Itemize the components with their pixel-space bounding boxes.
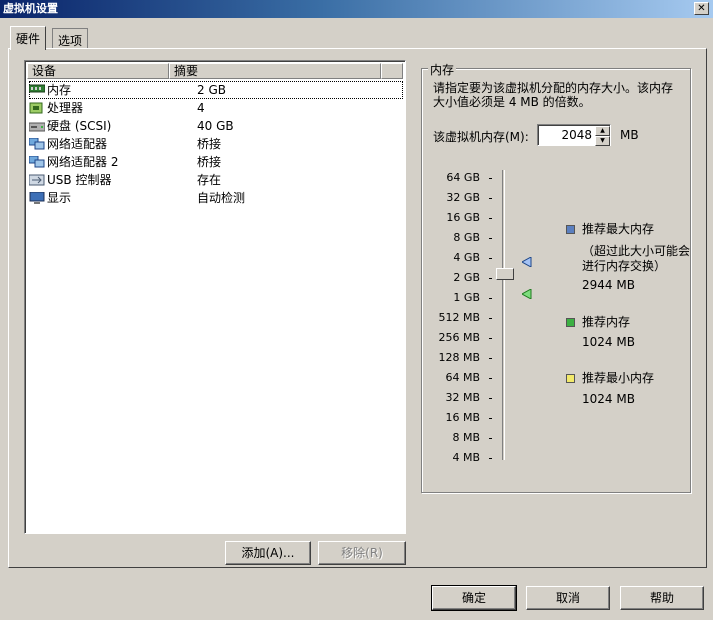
column-header-summary[interactable]: 摘要 xyxy=(169,63,381,79)
network-adapter-icon xyxy=(29,138,45,150)
help-button[interactable]: 帮助 xyxy=(620,586,704,610)
recommended-max-value: 2944 MB xyxy=(582,278,635,292)
scale-label: 16 MB xyxy=(445,411,480,424)
device-summary: 自动检测 xyxy=(197,191,246,205)
scale-label: 4 MB xyxy=(452,451,480,464)
memory-icon xyxy=(29,84,45,96)
scale-label: 8 MB xyxy=(452,431,480,444)
device-name: 内存 xyxy=(47,83,72,97)
recommended-min-swatch-icon xyxy=(566,374,575,383)
display-icon xyxy=(29,192,45,204)
column-header-device[interactable]: 设备 xyxy=(27,63,169,79)
ok-button[interactable]: 确定 xyxy=(431,585,517,611)
device-row-hard-disk[interactable]: 硬盘 (SCSI) 40 GB xyxy=(29,117,403,135)
device-name: USB 控制器 xyxy=(47,173,112,187)
recommended-max-note: （超过此大小可能会进行内存交换） xyxy=(582,244,691,273)
window-title: 虚拟机设置 xyxy=(3,2,58,15)
scale-label: 32 MB xyxy=(445,391,480,404)
spin-up-button[interactable]: ▲ xyxy=(595,126,610,136)
device-row-usb-controller[interactable]: USB 控制器 存在 xyxy=(29,171,403,189)
device-name: 网络适配器 xyxy=(47,137,108,151)
tab-options[interactable]: 选项 xyxy=(52,28,89,49)
scale-label: 64 GB xyxy=(446,171,480,184)
scale-tick xyxy=(489,298,492,299)
column-header-spacer xyxy=(381,63,403,79)
memory-description: 请指定要为该虚拟机分配的内存大小。该内存大小值必须是 4 MB 的倍数。 xyxy=(433,81,674,109)
scale-tick xyxy=(489,418,492,419)
scale-label: 8 GB xyxy=(453,231,480,244)
scale-tick xyxy=(489,338,492,339)
scale-label: 512 MB xyxy=(438,311,480,324)
scale-label: 64 MB xyxy=(445,371,480,384)
device-list[interactable]: 设备 摘要 内存 2 GB 处理器 4 硬盘 (SCSI) 40 GB 网络适配… xyxy=(24,60,406,534)
hard-disk-icon xyxy=(29,120,45,132)
processor-icon xyxy=(29,102,45,114)
scale-tick xyxy=(489,218,492,219)
network-adapter-icon xyxy=(29,156,45,168)
memory-field-label: 该虚拟机内存(M): xyxy=(433,130,529,144)
tab-hardware[interactable]: 硬件 xyxy=(10,26,47,50)
device-summary: 桥接 xyxy=(197,155,222,169)
scale-tick xyxy=(489,438,492,439)
device-row-network-adapter[interactable]: 网络适配器 桥接 xyxy=(29,135,403,153)
usb-icon xyxy=(29,174,45,186)
recommended-min-label: 推荐最小内存 xyxy=(582,371,655,385)
spin-down-button[interactable]: ▼ xyxy=(595,136,610,146)
scale-label: 2 GB xyxy=(453,271,480,284)
remove-device-button[interactable]: 移除(R) xyxy=(318,541,406,565)
scale-tick xyxy=(489,378,492,379)
scale-label: 32 GB xyxy=(446,191,480,204)
device-list-header: 设备 摘要 xyxy=(27,63,403,79)
device-row-memory[interactable]: 内存 2 GB xyxy=(29,81,403,99)
recommended-max-label: 推荐最大内存 xyxy=(582,222,655,236)
recommended-min-value: 1024 MB xyxy=(582,392,635,406)
memory-slider-track[interactable] xyxy=(502,170,505,460)
recommended-max-swatch-icon xyxy=(566,225,575,234)
device-name: 处理器 xyxy=(47,101,84,115)
device-summary: 桥接 xyxy=(197,137,222,151)
recommended-value: 1024 MB xyxy=(582,335,635,349)
close-window-button[interactable]: ✕ xyxy=(694,2,709,15)
scale-tick xyxy=(489,258,492,259)
memory-group-title: 内存 xyxy=(428,61,457,78)
device-summary: 存在 xyxy=(197,173,222,187)
memory-unit: MB xyxy=(620,128,639,142)
scale-label: 1 GB xyxy=(453,291,480,304)
memory-slider-thumb[interactable] xyxy=(496,268,514,280)
device-name: 硬盘 (SCSI) xyxy=(47,119,112,133)
device-row-processor[interactable]: 处理器 4 xyxy=(29,99,403,117)
recommended-swatch-icon xyxy=(566,318,575,327)
scale-tick xyxy=(489,238,492,239)
scale-label: 256 MB xyxy=(438,331,480,344)
recommended-label: 推荐内存 xyxy=(582,315,631,329)
window-titlebar: 虚拟机设置 xyxy=(0,0,713,18)
scale-tick xyxy=(489,398,492,399)
scale-tick xyxy=(489,198,492,199)
scale-label: 16 GB xyxy=(446,211,480,224)
scale-tick xyxy=(489,178,492,179)
recommended-marker-icon xyxy=(522,289,532,299)
device-name: 网络适配器 2 xyxy=(47,155,119,169)
scale-tick xyxy=(489,358,492,359)
device-summary: 2 GB xyxy=(197,83,226,97)
device-row-display[interactable]: 显示 自动检测 xyxy=(29,189,403,207)
cancel-button[interactable]: 取消 xyxy=(526,586,610,610)
scale-tick xyxy=(489,318,492,319)
device-summary: 4 xyxy=(197,101,205,115)
device-name: 显示 xyxy=(47,191,72,205)
device-row-network-adapter-2[interactable]: 网络适配器 2 桥接 xyxy=(29,153,403,171)
add-device-button[interactable]: 添加(A)... xyxy=(225,541,311,565)
scale-label: 128 MB xyxy=(438,351,480,364)
scale-tick xyxy=(489,458,492,459)
scale-label: 4 GB xyxy=(453,251,480,264)
device-summary: 40 GB xyxy=(197,119,234,133)
recommended-max-marker-icon xyxy=(522,257,532,267)
scale-tick xyxy=(489,278,492,279)
